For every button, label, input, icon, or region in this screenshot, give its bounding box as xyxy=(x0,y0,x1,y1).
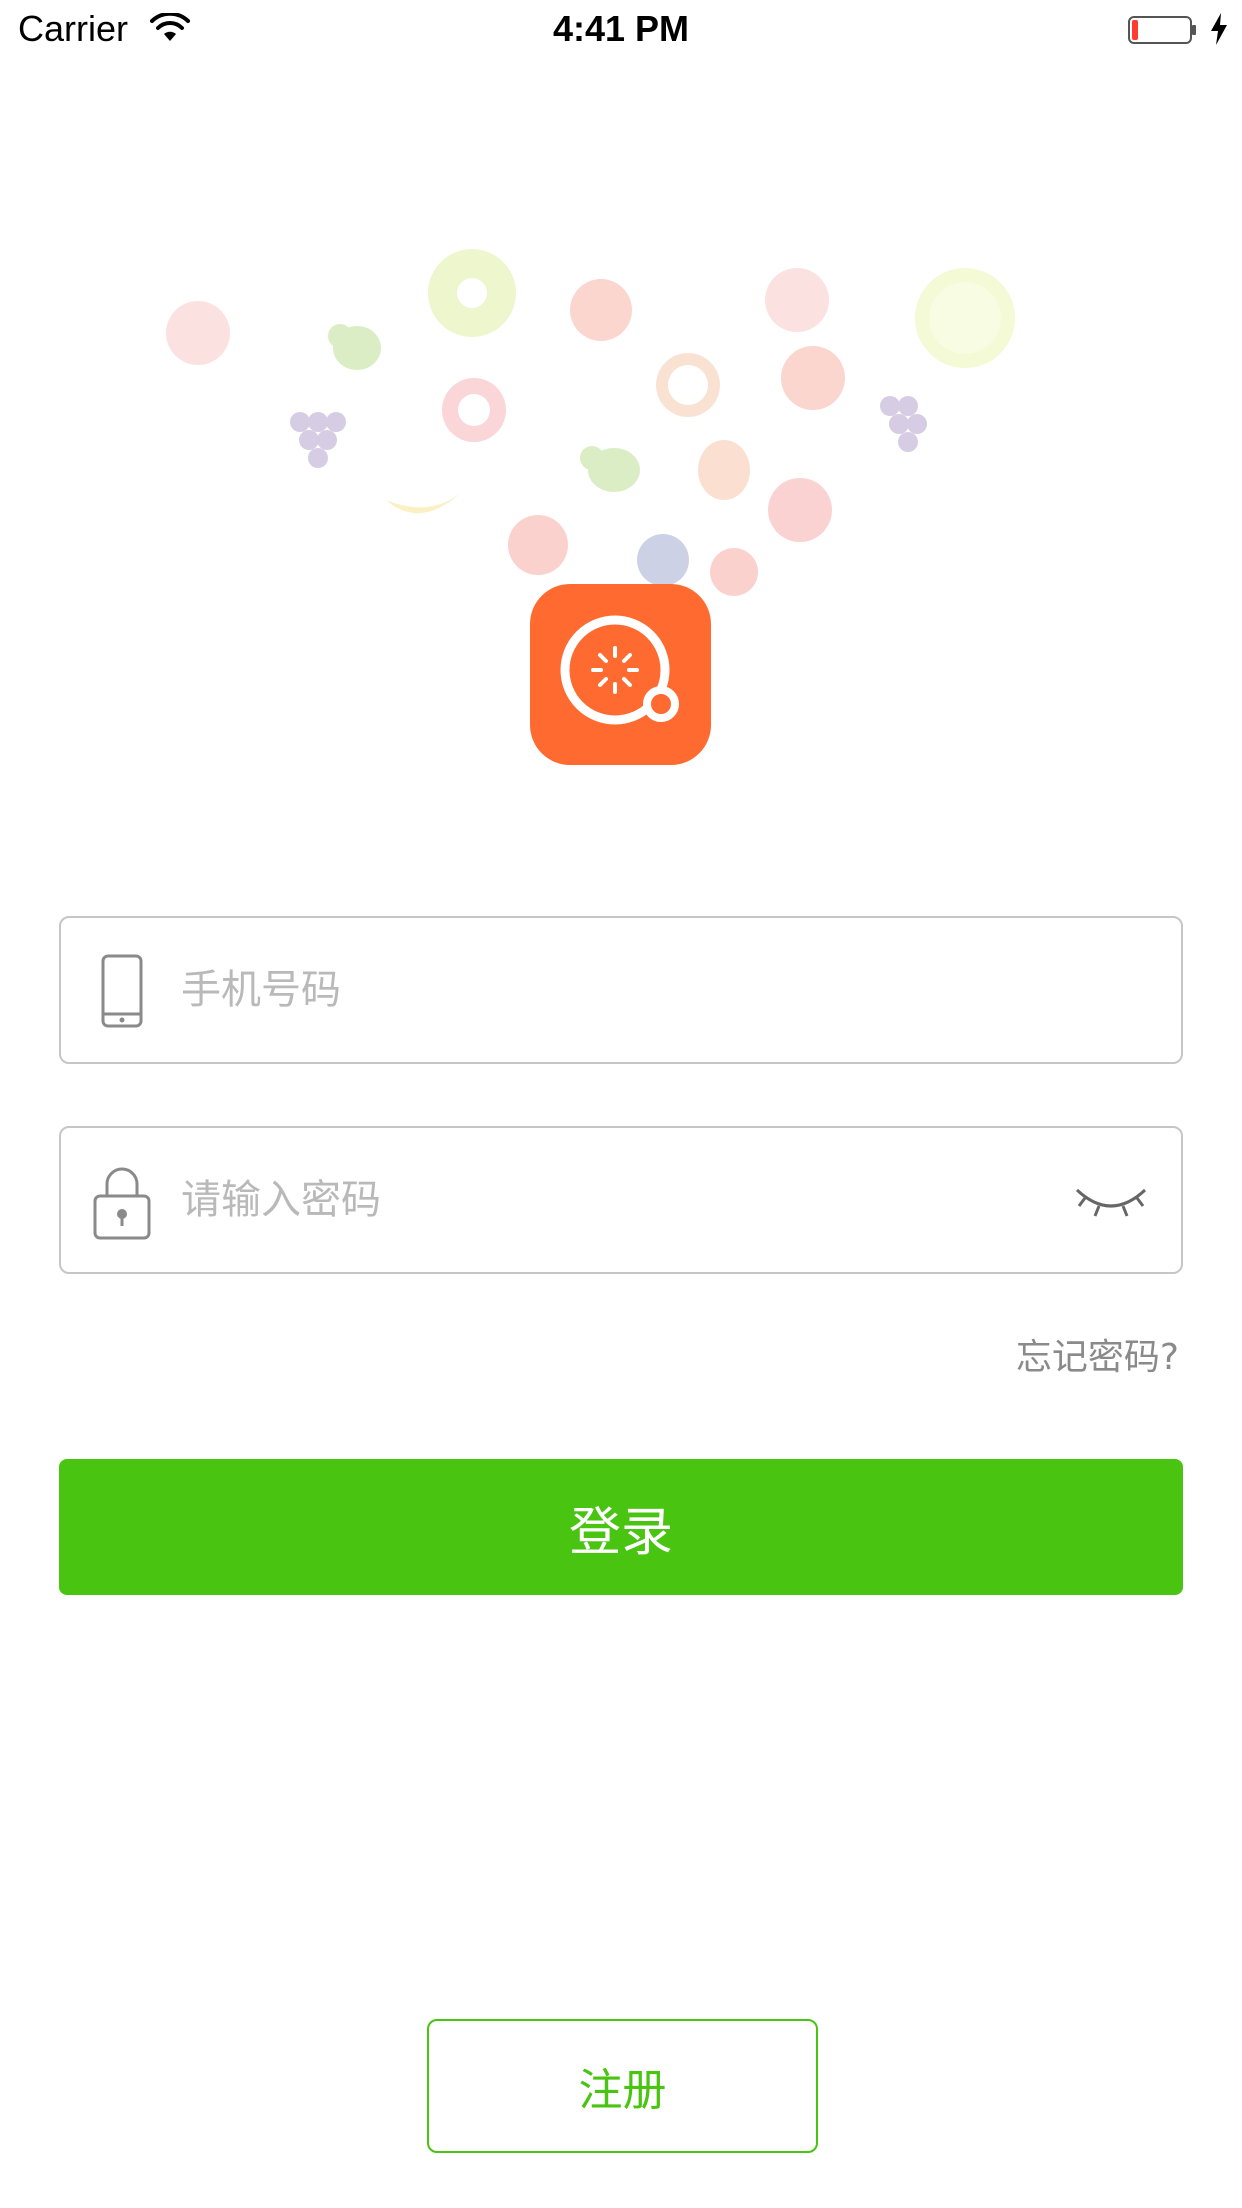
peach-icon xyxy=(570,279,632,341)
strawberry-icon xyxy=(768,478,832,542)
kiwi-fruit-logo-icon xyxy=(560,615,679,725)
apple-icon-3 xyxy=(508,515,568,575)
cherry-icon xyxy=(710,548,758,596)
apple-icon xyxy=(166,301,230,365)
password-field[interactable] xyxy=(59,1126,1183,1274)
pineapple-icon xyxy=(698,440,750,500)
lemon-slice-icon xyxy=(915,268,1015,368)
lock-icon xyxy=(93,1167,151,1240)
pear-icon xyxy=(328,324,381,370)
orange-slice-icon xyxy=(656,353,720,417)
phone-icon xyxy=(101,954,143,1028)
battery-icon xyxy=(1128,16,1196,44)
eye-closed-icon[interactable] xyxy=(1071,1176,1151,1228)
password-input[interactable] xyxy=(181,1128,1061,1272)
lime-slice-icon xyxy=(428,249,516,337)
banana-icon xyxy=(386,492,462,514)
grapes-icon xyxy=(290,412,346,468)
peach-icon-2 xyxy=(781,346,845,410)
phone-input[interactable] xyxy=(181,918,1061,1062)
phone-field[interactable] xyxy=(59,916,1183,1064)
status-time: 4:41 PM xyxy=(552,8,690,49)
forgot-password-link[interactable]: 忘记密码? xyxy=(1016,1328,1179,1380)
charging-bolt-icon xyxy=(1211,13,1227,45)
fruit-background-decoration xyxy=(166,249,1015,596)
blueberry-icon xyxy=(637,534,689,586)
app-logo xyxy=(530,584,711,765)
apple-icon-2 xyxy=(765,268,829,332)
login-button[interactable]: 登录 xyxy=(59,1459,1183,1595)
pear-icon-2 xyxy=(580,446,640,492)
pomegranate-icon xyxy=(442,378,506,442)
status-bar: Carrier 4:41 PM xyxy=(0,0,1242,60)
register-button[interactable]: 注册 xyxy=(427,2019,818,2153)
grapes-icon-2 xyxy=(880,396,927,452)
